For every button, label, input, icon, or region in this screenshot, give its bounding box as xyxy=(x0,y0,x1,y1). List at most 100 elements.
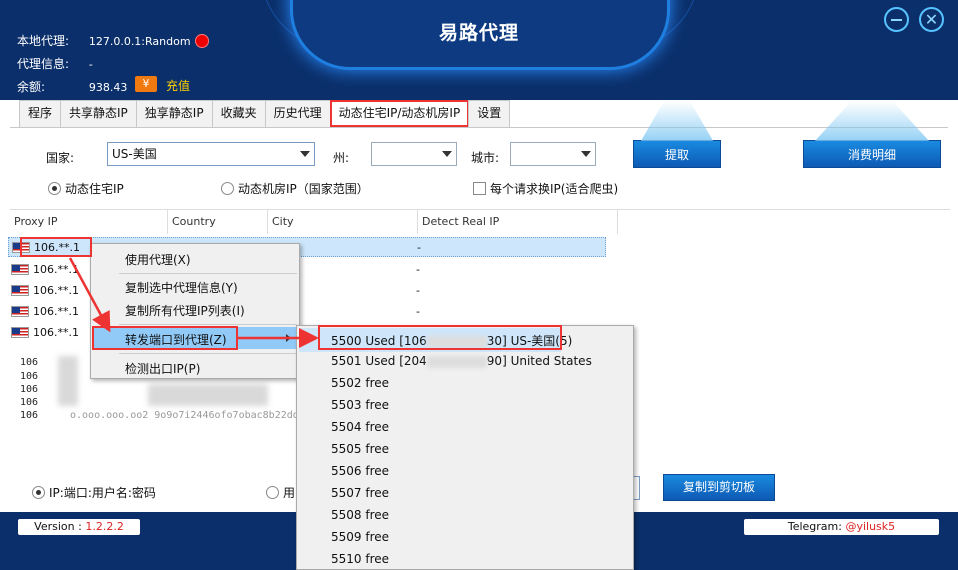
submenu-item-port-5501[interactable]: 5501 Used [204 90] United States xyxy=(331,354,592,368)
close-button[interactable]: ✕ xyxy=(919,7,944,32)
copy-to-clipboard-button[interactable]: 复制到剪切板 xyxy=(663,474,775,501)
state-select[interactable] xyxy=(371,142,457,166)
telegram-badge[interactable]: Telegram: @yilusk5 xyxy=(744,519,939,535)
close-icon: ✕ xyxy=(924,10,939,29)
extract-button[interactable]: 提取 xyxy=(633,101,721,168)
balance-value: 938.43 xyxy=(88,81,128,94)
tab-shared-static-ip[interactable]: 共享静态IP xyxy=(60,100,137,127)
menu-separator xyxy=(119,324,297,325)
city-select[interactable] xyxy=(510,142,596,166)
submenu-item-port-5503[interactable]: 5503 free xyxy=(331,398,389,412)
menu-item-copy-selected[interactable]: 复制选中代理信息(Y) xyxy=(125,279,238,296)
redacted-block xyxy=(426,335,487,348)
chevron-down-icon xyxy=(581,151,591,157)
proxy-info-row: 代理信息: - xyxy=(17,55,93,72)
radio-other-label: 用 xyxy=(283,486,296,500)
port-5501-prefix: 5501 Used [204 xyxy=(331,354,427,368)
menu-item-copy-all[interactable]: 复制所有代理IP列表(I) xyxy=(125,302,245,319)
port-5500-prefix: 5500 Used [106 xyxy=(331,334,427,348)
consume-details-button[interactable]: 消费明细 xyxy=(803,101,941,168)
coin-icon[interactable]: ¥ xyxy=(135,76,157,92)
column-proxy-ip[interactable]: Proxy IP xyxy=(10,210,168,234)
radio-dot xyxy=(266,486,279,499)
column-real-ip[interactable]: Detect Real IP xyxy=(418,210,618,234)
button-decoration xyxy=(814,101,930,141)
menu-item-forward-port[interactable]: 转发端口到代理(Z) xyxy=(125,331,227,348)
submenu-item-port-5509[interactable]: 5509 free xyxy=(331,530,389,544)
row-proxy-ip: 106.**.1 xyxy=(33,325,79,339)
us-flag-icon xyxy=(11,326,29,338)
row-real-ip: - xyxy=(416,304,420,318)
submenu-item-port-5508[interactable]: 5508 free xyxy=(331,508,389,522)
redacted-block xyxy=(148,384,268,406)
main-tabs: 程序 共享静态IP 独享静态IP 收藏夹 历史代理 动态住宅IP/动态机房IP … xyxy=(19,100,511,127)
title-bar: 易路代理 ✕ 本地代理: 127.0.0.1:Random 代理信息: - 余额… xyxy=(0,0,958,100)
row-proxy-ip: 106.**.1 xyxy=(33,304,79,318)
log-line: 106 xyxy=(20,384,39,395)
log-line: 106 xyxy=(20,410,39,421)
us-flag-icon xyxy=(12,241,30,253)
menu-item-use-proxy[interactable]: 使用代理(X) xyxy=(125,251,191,268)
proxy-info-value: - xyxy=(88,58,93,71)
per-request-checkbox[interactable]: 每个请求换IP(适合爬虫) xyxy=(473,180,618,197)
submenu-item-port-5507[interactable]: 5507 free xyxy=(331,486,389,500)
menu-separator xyxy=(119,273,297,274)
tab-dynamic-ip[interactable]: 动态住宅IP/动态机房IP xyxy=(329,100,470,127)
table-row[interactable]: 106.**.1 - xyxy=(8,259,420,279)
row-proxy-ip: 106.**.1 xyxy=(33,283,79,297)
tab-dedicated-static-ip[interactable]: 独享静态IP xyxy=(135,100,213,127)
table-row[interactable]: 106.**.1 - xyxy=(8,322,420,342)
row-proxy-ip: 106.**.1 xyxy=(34,240,80,254)
per-request-label: 每个请求换IP(适合爬虫) xyxy=(490,182,619,196)
row-real-ip: - xyxy=(416,262,420,276)
telegram-handle[interactable]: @yilusk5 xyxy=(845,520,895,533)
us-flag-icon xyxy=(11,263,29,275)
submenu-item-port-5510[interactable]: 5510 free xyxy=(331,552,389,566)
column-country[interactable]: Country xyxy=(168,210,268,234)
radio-dot xyxy=(221,182,234,195)
radio-residential-ip[interactable]: 动态住宅IP xyxy=(48,180,124,197)
minimize-button[interactable] xyxy=(884,7,909,32)
submenu-item-port-5504[interactable]: 5504 free xyxy=(331,420,389,434)
telegram-label: Telegram: xyxy=(787,520,842,533)
radio-dot xyxy=(48,182,61,195)
state-label: 州: xyxy=(333,151,350,165)
local-proxy-value: 127.0.0.1:Random xyxy=(88,35,191,48)
tab-program[interactable]: 程序 xyxy=(19,100,62,127)
tab-settings[interactable]: 设置 xyxy=(468,100,511,127)
table-row[interactable]: 106.**.1 - xyxy=(8,301,420,321)
chevron-down-icon xyxy=(300,151,310,157)
radio-format-other[interactable]: 用 xyxy=(266,484,295,501)
submenu-item-port-5506[interactable]: 5506 free xyxy=(331,464,389,478)
us-flag-icon xyxy=(11,305,29,317)
radio-format-label: IP:端口:用户名:密码 xyxy=(49,486,156,500)
table-header: Proxy IP Country City Detect Real IP xyxy=(10,210,618,234)
version-number: 1.2.2.2 xyxy=(85,520,124,533)
row-real-ip: - xyxy=(416,283,420,297)
checkbox-box xyxy=(473,182,486,195)
extract-button-label: 提取 xyxy=(664,148,689,162)
log-line: 106 xyxy=(20,397,39,408)
radio-format-ip-port[interactable]: IP:端口:用户名:密码 xyxy=(32,484,156,501)
log-line-partial: o.ooo.ooo.oo2 9o9o7i2446ofo7obac8b22ddcc… xyxy=(70,410,329,421)
tab-favorites[interactable]: 收藏夹 xyxy=(211,100,266,127)
menu-item-detect-exit-ip[interactable]: 检测出口IP(P) xyxy=(125,360,200,377)
submenu-item-port-5500[interactable]: 5500 Used [106 30] US-美国(5) xyxy=(331,332,572,349)
submenu-item-port-5502[interactable]: 5502 free xyxy=(331,376,389,390)
table-row[interactable]: 106.**.1 - xyxy=(8,280,420,300)
row-real-ip: - xyxy=(417,240,421,254)
recharge-link[interactable]: 充值 xyxy=(166,77,190,94)
country-select[interactable]: US-美国 xyxy=(107,142,315,166)
submenu-arrow-icon xyxy=(286,334,291,342)
consume-details-label: 消费明细 xyxy=(847,148,896,162)
status-indicator-icon[interactable] xyxy=(195,34,209,48)
port-submenu: 5500 Used [106 30] US-美国(5) 5501 Used [20… xyxy=(296,325,634,570)
submenu-item-port-5505[interactable]: 5505 free xyxy=(331,442,389,456)
radio-dot xyxy=(32,486,45,499)
column-city[interactable]: City xyxy=(268,210,418,234)
version-badge: Version : 1.2.2.2 xyxy=(18,519,140,535)
tab-history[interactable]: 历史代理 xyxy=(264,100,331,127)
proxy-info-label: 代理信息: xyxy=(17,57,70,71)
radio-datacenter-ip[interactable]: 动态机房IP（国家范围） xyxy=(221,180,369,197)
port-5501-suffix: 90] United States xyxy=(486,354,592,368)
